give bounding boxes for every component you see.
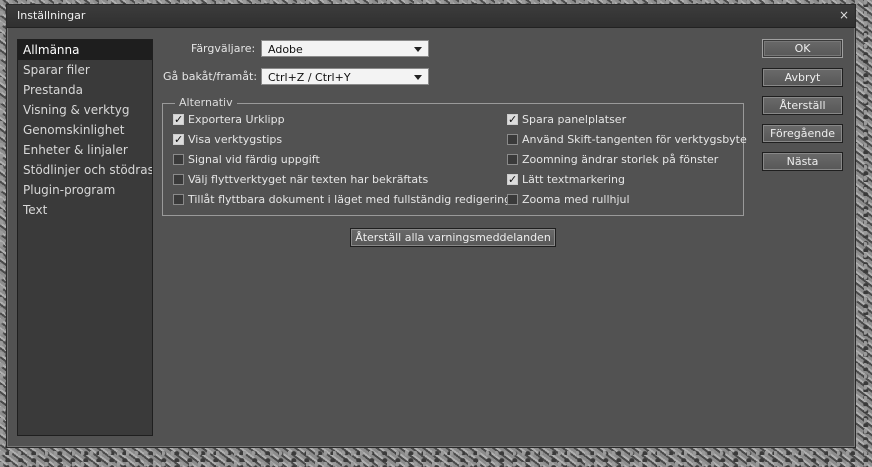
category-list: Allmänna Sparar filer Prestanda Visning … — [17, 39, 153, 436]
sidebar-item-display-tools[interactable]: Visning & verktyg — [18, 100, 152, 120]
option-export-clipboard[interactable]: Exportera Urklipp — [173, 112, 285, 128]
option-save-panel-locations[interactable]: Spara panelplatser — [507, 112, 626, 128]
checkbox-zoom-resizes-windows[interactable] — [507, 153, 518, 165]
step-backward-forward-label: Gå bakåt/framåt: — [163, 70, 258, 83]
reset-button[interactable]: Återställ — [762, 96, 843, 115]
sidebar-item-saving-files[interactable]: Sparar filer — [18, 60, 152, 80]
options-group: Alternativ Exportera Urklipp Visa verkty… — [162, 96, 747, 216]
option-floating-documents[interactable]: Tillåt flyttbara dokument i läget med fu… — [173, 192, 511, 208]
option-label: Zoomning ändrar storlek på fönster — [522, 153, 719, 166]
checkbox-floating-documents[interactable] — [173, 193, 184, 205]
option-label: Använd Skift-tangenten för verktygsbyte — [522, 133, 747, 146]
checkbox-export-clipboard[interactable] — [173, 112, 184, 128]
color-picker-value: Adobe — [268, 43, 303, 56]
checkbox-beep-when-done[interactable] — [173, 153, 184, 165]
step-backward-forward-select[interactable]: Ctrl+Z / Ctrl+Y — [261, 68, 429, 85]
previous-button[interactable]: Föregående — [762, 124, 843, 143]
checkbox-shift-tool-switch[interactable] — [507, 133, 518, 145]
option-label: Signal vid färdig uppgift — [188, 153, 320, 166]
sidebar-item-transparency[interactable]: Genomskinlighet — [18, 120, 152, 140]
option-shift-tool-switch[interactable]: Använd Skift-tangenten för verktygsbyte — [507, 132, 747, 148]
color-picker-label: Färgväljare: — [191, 42, 256, 55]
step-backward-forward-value: Ctrl+Z / Ctrl+Y — [268, 71, 351, 84]
option-zoom-resizes-windows[interactable]: Zoomning ändrar storlek på fönster — [507, 152, 718, 168]
sidebar-item-performance[interactable]: Prestanda — [18, 80, 152, 100]
checkbox-save-panel-locations[interactable] — [507, 112, 518, 128]
option-show-tooltips[interactable]: Visa verktygstips — [173, 132, 282, 148]
reset-all-warnings-button[interactable]: Återställ alla varningsmeddelanden — [350, 228, 556, 247]
title-bar: Inställningar × — [7, 5, 855, 28]
option-label: Exportera Urklipp — [188, 113, 285, 126]
preferences-dialog: Inställningar × Allmänna Sparar filer Pr… — [6, 4, 856, 448]
sidebar-item-plugins[interactable]: Plugin-program — [18, 180, 152, 200]
close-icon[interactable]: × — [839, 8, 849, 22]
chevron-down-icon — [414, 47, 422, 52]
option-label: Välj flyttverktyget när texten har bekrä… — [188, 173, 429, 186]
cancel-button[interactable]: Avbryt — [762, 68, 843, 87]
option-label: Lätt textmarkering — [522, 173, 625, 186]
ok-button[interactable]: OK — [762, 39, 843, 58]
checkbox-zoom-with-scroll-wheel[interactable] — [507, 193, 518, 205]
chevron-down-icon — [414, 75, 422, 80]
option-beep-when-done[interactable]: Signal vid färdig uppgift — [173, 152, 320, 168]
sidebar-item-general[interactable]: Allmänna — [18, 40, 152, 60]
color-picker-select[interactable]: Adobe — [261, 40, 429, 57]
option-select-move-tool[interactable]: Välj flyttverktyget när texten har bekrä… — [173, 172, 428, 188]
option-easy-text-selection[interactable]: Lätt textmarkering — [507, 172, 625, 188]
window-title: Inställningar — [17, 9, 86, 22]
checkbox-show-tooltips[interactable] — [173, 132, 184, 148]
option-label: Zooma med rullhjul — [522, 193, 630, 206]
next-button[interactable]: Nästa — [762, 152, 843, 171]
option-label: Visa verktygstips — [188, 133, 283, 146]
sidebar-item-guides-grid[interactable]: Stödlinjer och stödraster — [18, 160, 152, 180]
sidebar-item-text[interactable]: Text — [18, 200, 152, 220]
checkbox-easy-text-selection[interactable] — [507, 172, 518, 188]
option-label: Tillåt flyttbara dokument i läget med fu… — [188, 193, 512, 206]
option-label: Spara panelplatser — [522, 113, 627, 126]
sidebar-item-units-rulers[interactable]: Enheter & linjaler — [18, 140, 152, 160]
option-zoom-with-scroll-wheel[interactable]: Zooma med rullhjul — [507, 192, 630, 208]
options-group-legend: Alternativ — [175, 96, 237, 109]
checkbox-select-move-tool[interactable] — [173, 173, 184, 185]
